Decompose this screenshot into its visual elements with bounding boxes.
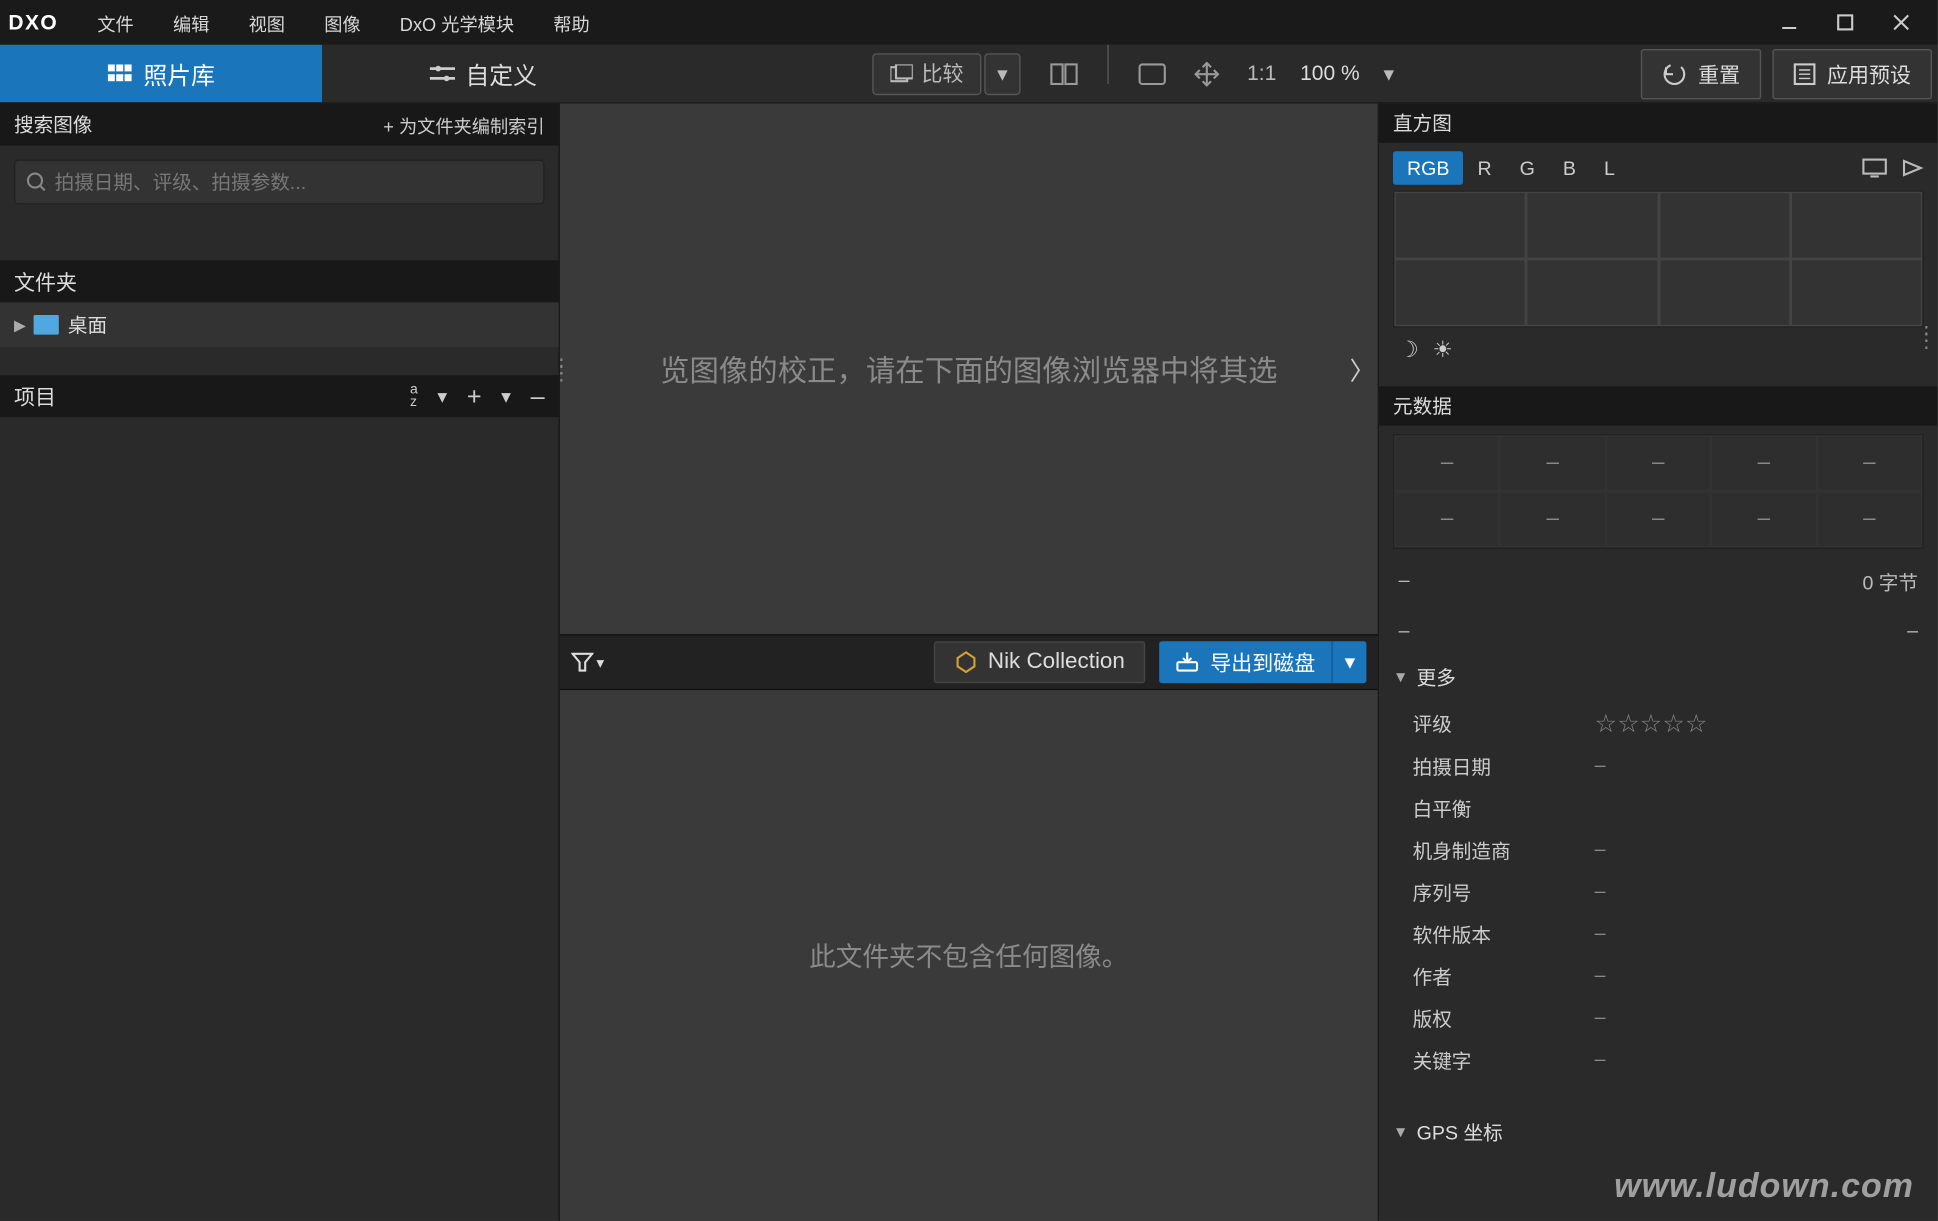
filmstrip-empty: 此文件夹不包含任何图像。: [560, 690, 1378, 1221]
hist-tab-r[interactable]: R: [1463, 151, 1505, 185]
dimensions-row: ––: [1379, 608, 1938, 653]
menu-image[interactable]: 图像: [305, 1, 381, 44]
split-view-button[interactable]: [1037, 53, 1090, 95]
compare-icon: [891, 64, 913, 84]
add-project-button[interactable]: +: [467, 382, 482, 411]
hist-tab-l[interactable]: L: [1590, 151, 1629, 185]
nik-collection-button[interactable]: Nik Collection: [933, 641, 1146, 683]
hist-tab-b[interactable]: B: [1549, 151, 1590, 185]
menu-file[interactable]: 文件: [78, 1, 154, 44]
apply-preset-button[interactable]: 应用预设: [1772, 49, 1932, 99]
monitor-icon[interactable]: [1862, 158, 1887, 178]
right-panel-grip[interactable]: 〉: [1350, 351, 1375, 387]
tab-library[interactable]: 照片库: [0, 45, 322, 102]
zoom-level: 100 %: [1292, 62, 1368, 86]
zoom-dropdown[interactable]: ▾: [1371, 53, 1407, 95]
search-header: 搜索图像 + 为文件夹编制索引: [0, 104, 559, 146]
grid-icon: [107, 64, 132, 84]
folder-tree-item-desktop[interactable]: ▶ 桌面: [0, 302, 559, 347]
menu-help[interactable]: 帮助: [534, 1, 610, 44]
play-icon[interactable]: [1901, 158, 1923, 178]
add-dropdown[interactable]: ▾: [501, 384, 511, 408]
right-panel-resize-grip[interactable]: ⋮⋮: [1917, 330, 1937, 344]
histogram-header: 直方图: [1379, 104, 1938, 143]
sliders-icon: [429, 64, 454, 84]
rating-stars[interactable]: ☆☆☆☆☆: [1595, 710, 1708, 739]
menu-optics[interactable]: DxO 光学模块: [380, 1, 533, 44]
menu-edit[interactable]: 编辑: [153, 1, 229, 44]
histogram-display: [1393, 190, 1924, 327]
export-icon: [1177, 652, 1199, 672]
metadata-header: 元数据: [1379, 386, 1938, 425]
expand-icon[interactable]: ▶: [14, 316, 26, 334]
image-viewer: ⋮⋮ 览图像的校正，请在下面的图像浏览器中将其选 〉: [560, 104, 1378, 635]
metadata-grid: ––––– –––––: [1393, 434, 1924, 549]
tab-customize[interactable]: 自定义: [322, 45, 644, 102]
compare-dropdown[interactable]: ▾: [985, 53, 1021, 95]
filter-button[interactable]: ▾: [571, 651, 604, 673]
remove-project-button[interactable]: –: [531, 382, 545, 411]
shadow-clip-icon[interactable]: ☽: [1399, 336, 1419, 364]
folder-icon: [34, 315, 59, 335]
export-dropdown[interactable]: ▾: [1332, 641, 1366, 683]
more-section-toggle[interactable]: ▼更多: [1379, 652, 1938, 702]
rating-row: 评级 ☆☆☆☆☆: [1379, 703, 1938, 746]
search-icon: [27, 172, 47, 192]
highlight-clip-icon[interactable]: ☀: [1433, 336, 1453, 364]
left-panel-grip[interactable]: ⋮⋮: [560, 362, 571, 376]
preset-icon: [1793, 63, 1815, 85]
window-close[interactable]: [1873, 0, 1929, 45]
menu-view[interactable]: 视图: [229, 1, 305, 44]
search-input[interactable]: 拍摄日期、评级、拍摄参数...: [14, 160, 545, 205]
fit-button[interactable]: [1125, 53, 1178, 95]
pan-button[interactable]: [1181, 53, 1231, 95]
window-minimize[interactable]: [1761, 0, 1817, 45]
index-folder-link[interactable]: + 为文件夹编制索引: [383, 111, 544, 138]
hist-tab-g[interactable]: G: [1506, 151, 1549, 185]
filter-icon: [571, 651, 593, 673]
reset-icon: [1662, 62, 1687, 87]
file-size-row: –0 字节: [1379, 557, 1938, 607]
zoom-1to1-button[interactable]: 1:1: [1235, 53, 1289, 95]
reset-button[interactable]: 重置: [1641, 49, 1761, 99]
sort-button[interactable]: a z: [410, 384, 418, 409]
nik-icon: [954, 651, 976, 673]
compare-button[interactable]: 比较: [873, 53, 982, 95]
app-logo: DXO: [8, 11, 58, 35]
folders-header: 文件夹: [0, 260, 559, 302]
gps-section-toggle[interactable]: ▼GPS 坐标: [1379, 1107, 1938, 1157]
hist-tab-rgb[interactable]: RGB: [1393, 151, 1463, 185]
projects-header: 项目 a z ▾ + ▾ –: [0, 375, 559, 417]
sort-dropdown[interactable]: ▾: [437, 384, 447, 408]
window-maximize[interactable]: [1817, 0, 1873, 45]
main-menu: 文件 编辑 视图 图像 DxO 光学模块 帮助: [78, 1, 610, 44]
export-to-disk-button[interactable]: 导出到磁盘 ▾: [1160, 641, 1367, 683]
